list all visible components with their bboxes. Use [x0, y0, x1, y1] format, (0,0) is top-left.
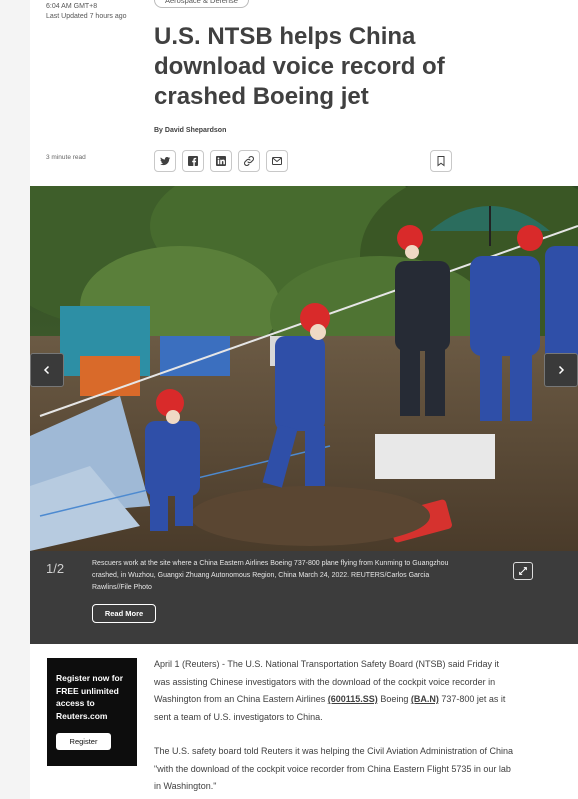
- chevron-right-icon: [558, 365, 565, 375]
- gallery-next-button[interactable]: [544, 353, 578, 387]
- read-more-button[interactable]: Read More: [92, 604, 156, 623]
- gallery-photo[interactable]: [30, 186, 578, 551]
- share-linkedin-button[interactable]: [210, 150, 232, 172]
- share-link-button[interactable]: [238, 150, 260, 172]
- photo-gallery: 1/2 Rescuers work at the site where a Ch…: [30, 186, 578, 644]
- register-button[interactable]: Register: [56, 733, 111, 750]
- updated-time: Last Updated 7 hours ago: [46, 13, 127, 20]
- register-promo: Register now for FREE unlimited access t…: [47, 658, 137, 766]
- share-email-button[interactable]: [266, 150, 288, 172]
- link-icon: [244, 156, 254, 166]
- gallery-counter: 1/2: [46, 561, 65, 576]
- rescue-scene-image: [30, 186, 578, 551]
- article-page: 6:04 AM GMT+8 Last Updated 7 hours ago A…: [30, 0, 578, 799]
- bookmark-button[interactable]: [430, 150, 452, 172]
- bookmark-icon: [437, 156, 445, 167]
- share-twitter-button[interactable]: [154, 150, 176, 172]
- twitter-icon: [160, 156, 171, 166]
- email-icon: [272, 157, 282, 165]
- ticker-link-ba[interactable]: (BA.N): [411, 694, 439, 704]
- expand-button[interactable]: [513, 562, 533, 580]
- promo-text: Register now for FREE unlimited access t…: [56, 673, 124, 721]
- chevron-left-icon: [43, 365, 50, 375]
- facebook-icon: [188, 156, 198, 166]
- linkedin-icon: [216, 156, 226, 166]
- article-meta: 6:04 AM GMT+8 Last Updated 7 hours ago: [46, 2, 127, 22]
- read-time: 3 minute read: [46, 154, 86, 161]
- expand-icon: [519, 567, 527, 575]
- category-tag[interactable]: Aerospace & Defense: [154, 0, 249, 8]
- gallery-prev-button[interactable]: [30, 353, 64, 387]
- article-paragraph-1: April 1 (Reuters) - The U.S. National Tr…: [154, 656, 514, 726]
- ticker-link-600115[interactable]: (600115.SS): [328, 694, 378, 704]
- article-headline: U.S. NTSB helps China download voice rec…: [154, 23, 445, 110]
- share-facebook-button[interactable]: [182, 150, 204, 172]
- paragraph-text: Boeing: [377, 694, 411, 704]
- article-paragraph-2: The U.S. safety board told Reuters it wa…: [154, 746, 514, 791]
- publish-time: 6:04 AM GMT+8: [46, 3, 98, 10]
- photo-caption: Rescuers work at the site where a China …: [92, 560, 449, 591]
- byline[interactable]: By David Shepardson: [154, 127, 226, 134]
